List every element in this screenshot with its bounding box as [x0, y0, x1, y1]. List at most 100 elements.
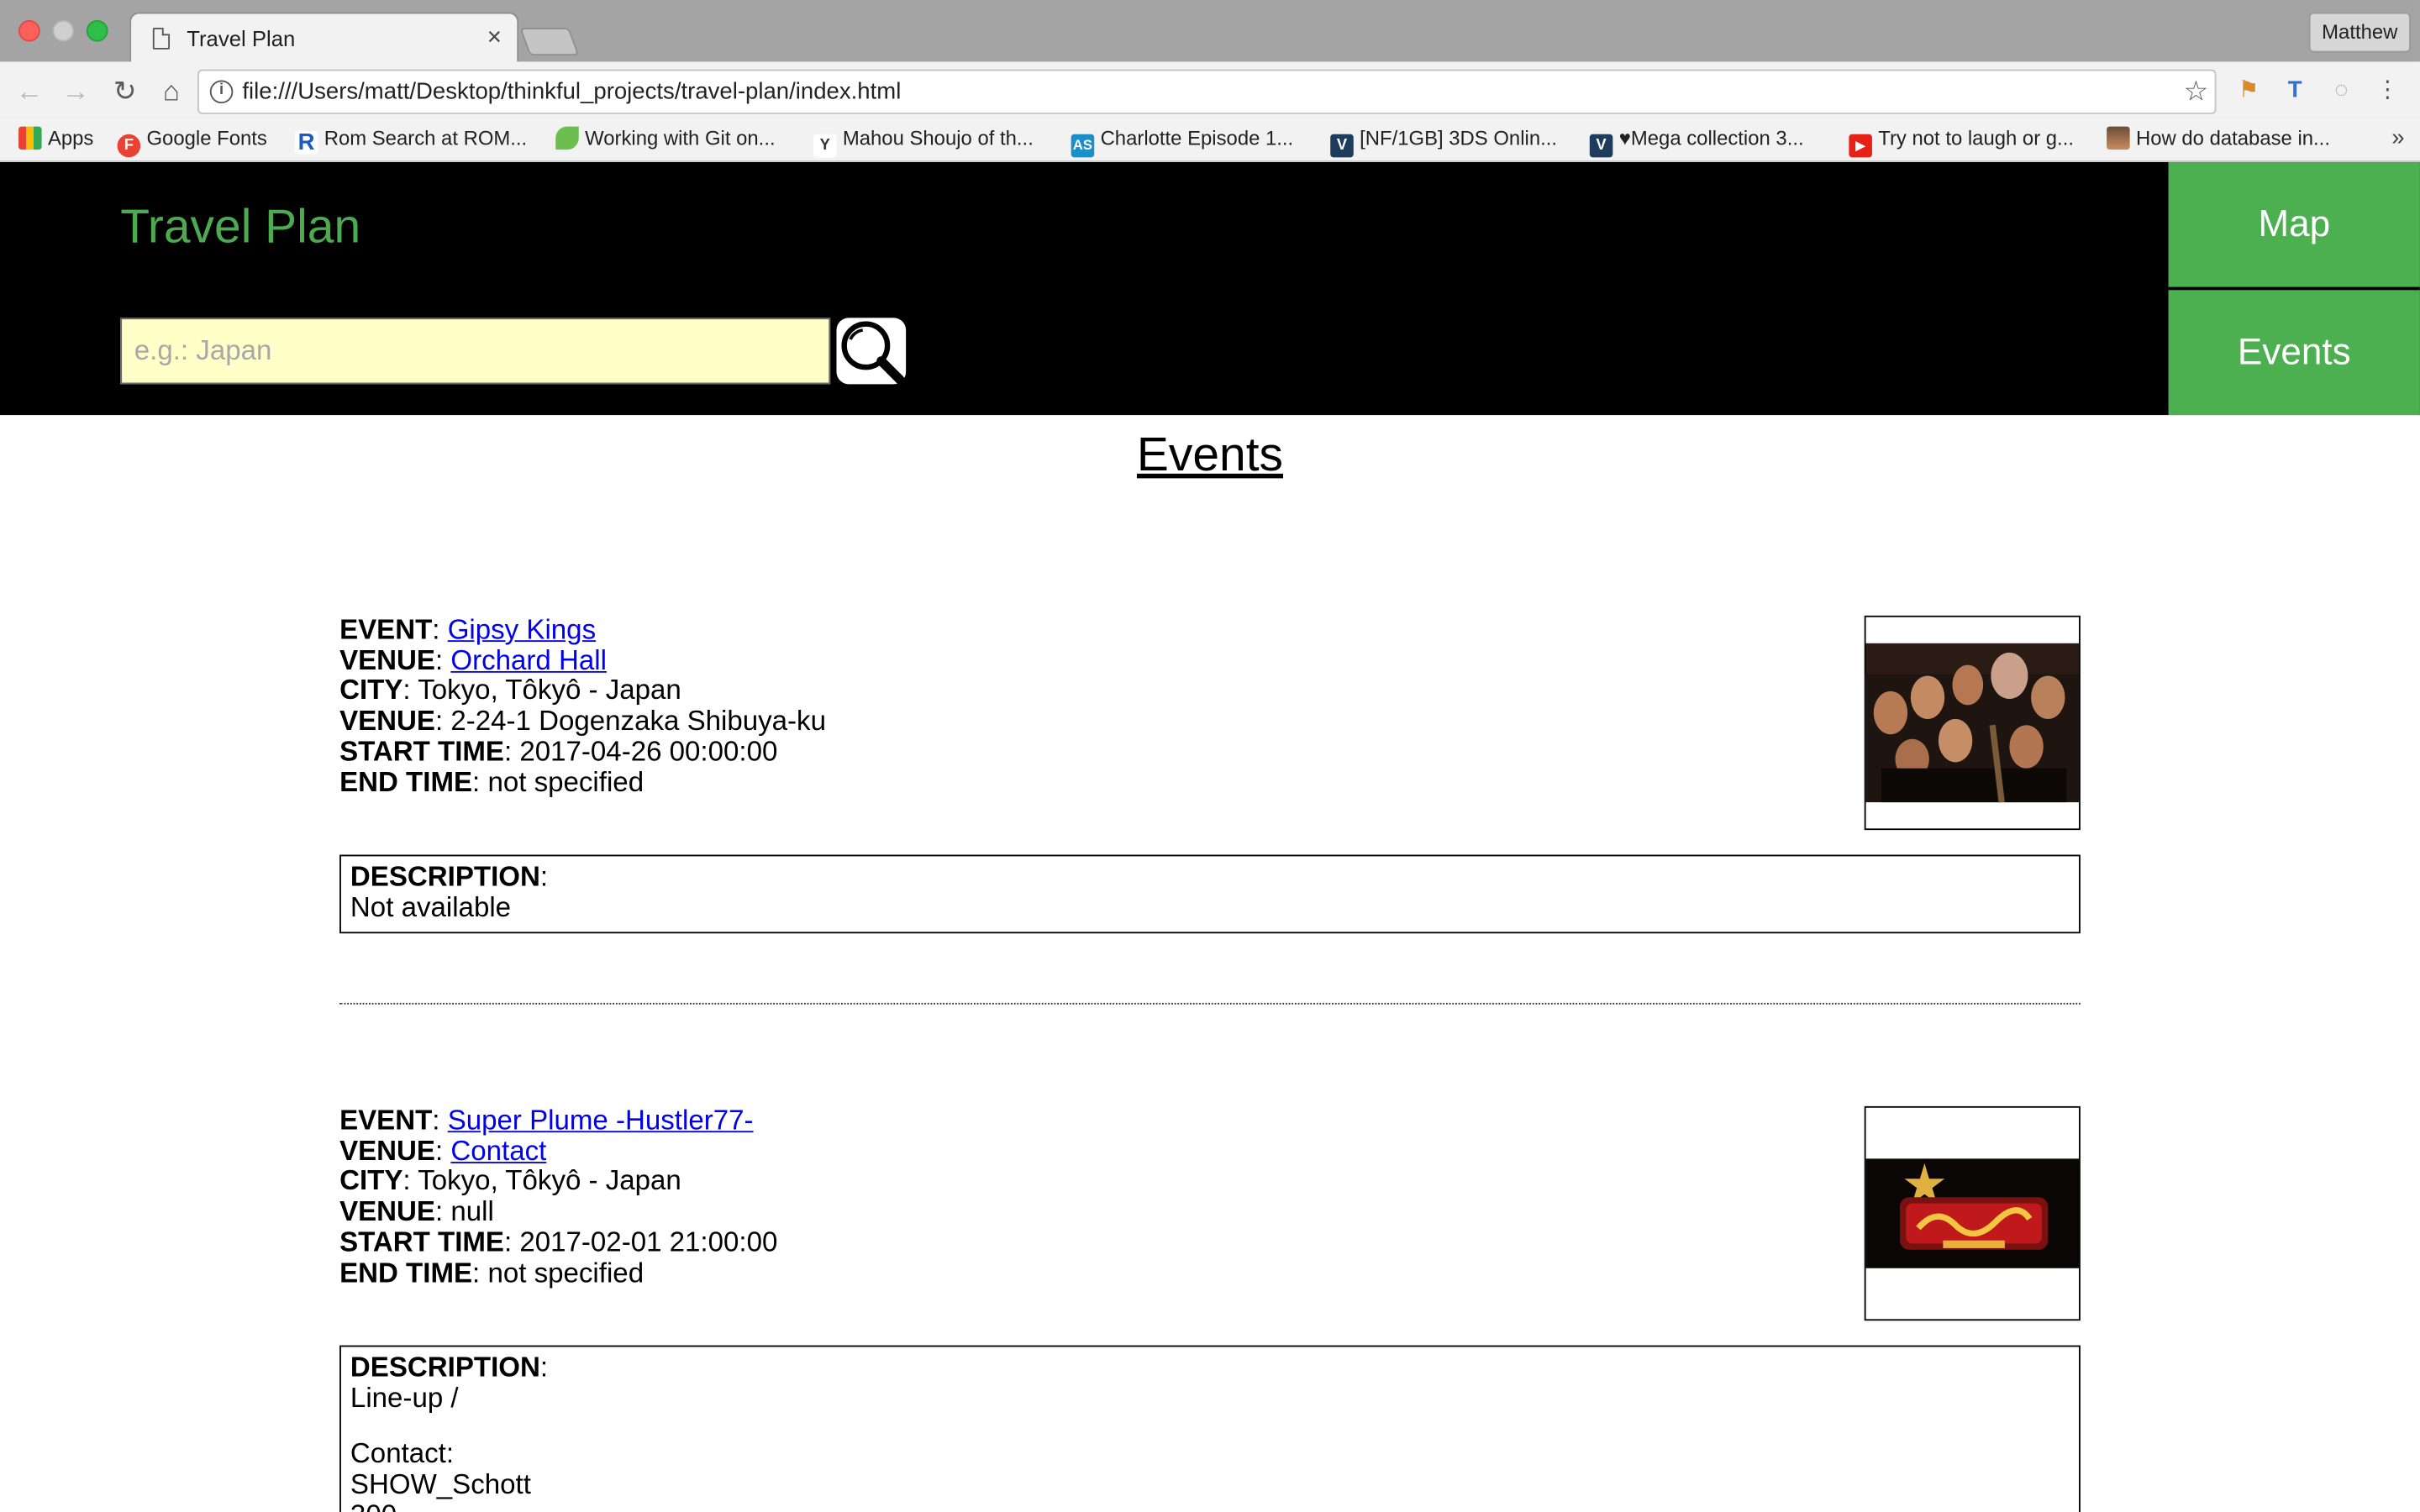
extension-t-icon[interactable]: T — [2281, 77, 2309, 105]
event-label: EVENT — [339, 614, 433, 645]
venue-label: VENUE — [339, 1195, 435, 1227]
start-time-value: 2017-02-01 21:00:00 — [519, 1226, 778, 1257]
nf-logo-icon: V — [1589, 134, 1613, 158]
extension-circle-icon[interactable]: ◌ — [2328, 77, 2355, 105]
window-minimize-button[interactable] — [52, 19, 75, 42]
end-time-label: END TIME — [339, 765, 473, 797]
page-content: Travel Plan Map Events Events EVENT: Gip… — [0, 161, 2420, 1512]
start-time-label: START TIME — [339, 1226, 504, 1257]
description-line: SHOW_Schott — [350, 1468, 531, 1500]
label-separator: : — [472, 765, 488, 797]
venue-address-value: null — [450, 1195, 494, 1227]
bookmarks-overflow-icon[interactable]: » — [2391, 120, 2404, 157]
tab-close-icon[interactable]: × — [487, 14, 502, 64]
venue-name-link[interactable]: Contact — [450, 1135, 546, 1166]
site-header: Travel Plan — [0, 161, 2169, 416]
search-input[interactable] — [120, 318, 831, 385]
home-icon[interactable]: ⌂ — [155, 74, 188, 108]
event-image[interactable] — [1864, 1105, 2081, 1321]
band-photo — [1865, 643, 2080, 803]
event-divider — [339, 1002, 2081, 1005]
image-thumb-icon — [2107, 126, 2130, 150]
events-heading: Events — [1136, 427, 1284, 482]
bookmark-label: Mahou Shoujo of th... — [842, 126, 1034, 150]
event-card: EVENT: Gipsy Kings VENUE: Orchard Hall C… — [339, 614, 2081, 934]
label-separator: : — [434, 705, 451, 737]
nav-events-button[interactable]: Events — [2168, 290, 2420, 416]
bookmark-label: Try not to laugh or g... — [1878, 126, 2074, 150]
label-separator: : — [434, 1135, 451, 1166]
venue-label: VENUE — [339, 705, 435, 737]
bookmark-3ds-online[interactable]: V [NF/1GB] 3DS Onlin... — [1330, 120, 1557, 162]
reload-icon[interactable]: ↻ — [108, 74, 142, 108]
label-separator: : — [434, 644, 451, 675]
description-label: DESCRIPTION — [350, 860, 540, 892]
city-value: Tokyo, Tôkyô - Japan — [418, 675, 681, 706]
city-label: CITY — [339, 675, 403, 706]
leaf-icon — [555, 126, 579, 150]
browser-toolbar: ← → ↻ ⌂ i file:///Users/matt/Desktop/thi… — [0, 61, 2420, 121]
nf-logo-icon: V — [1330, 134, 1354, 158]
bookmark-charlotte[interactable]: AS Charlotte Episode 1... — [1071, 120, 1293, 162]
info-icon[interactable]: i — [209, 80, 234, 104]
bookmark-google-fonts[interactable]: F Google Fonts — [117, 120, 267, 162]
event-description: DESCRIPTION: Not available — [339, 854, 2081, 934]
bookmark-label: How do database in... — [2135, 126, 2330, 150]
menu-kebab-icon[interactable]: ⋮ — [2374, 77, 2402, 105]
label-separator: : — [539, 1351, 549, 1383]
back-arrow-icon[interactable]: ← — [13, 74, 46, 108]
event-name-link[interactable]: Super Plume -Hustler77- — [448, 1105, 754, 1136]
bookmark-mahou-shoujo[interactable]: Y Mahou Shoujo of th... — [813, 120, 1034, 162]
apps-grid-icon — [18, 126, 42, 150]
address-bar[interactable]: i file:///Users/matt/Desktop/thinkful_pr… — [197, 69, 2217, 114]
window-close-button[interactable] — [18, 19, 40, 42]
bookmark-mega-collection[interactable]: V ♥Mega collection 3... — [1589, 120, 1804, 162]
browser-tab-active[interactable]: Travel Plan × — [129, 12, 519, 64]
bookmark-try-not-to-laugh[interactable]: ▶ Try not to laugh or g... — [1849, 120, 2074, 162]
search-button[interactable] — [836, 318, 907, 385]
tab-title: Travel Plan — [187, 26, 296, 51]
bookmark-star-icon[interactable]: ☆ — [2184, 71, 2209, 113]
bookmarks-bar: Apps F Google Fonts R Rom Search at ROM...… — [0, 120, 2420, 162]
google-fonts-icon: F — [117, 134, 141, 158]
bookmark-label: Rom Search at ROM... — [324, 126, 528, 150]
end-time-label: END TIME — [339, 1257, 473, 1288]
description-line: 300 — [350, 1499, 2070, 1511]
forward-arrow-icon[interactable]: → — [59, 74, 92, 108]
bookmark-how-do-database[interactable]: How do database in... — [2107, 120, 2330, 162]
label-separator: : — [503, 1226, 520, 1257]
event-image[interactable] — [1864, 615, 2081, 831]
description-label: DESCRIPTION — [350, 1351, 540, 1383]
extension-flag-icon[interactable]: ⚑ — [2235, 77, 2263, 105]
browser-titlebar: Travel Plan × Matthew — [0, 0, 2420, 64]
label-separator: : — [503, 735, 520, 767]
address-url[interactable]: file:///Users/matt/Desktop/thinkful_proj… — [242, 71, 901, 113]
nav-map-button[interactable]: Map — [2168, 161, 2420, 287]
search-icon — [841, 321, 905, 385]
description-line: Line-up / — [350, 1382, 459, 1413]
bookmark-working-with-git[interactable]: Working with Git on... — [555, 120, 776, 162]
youtube-icon: ▶ — [1849, 134, 1872, 158]
description-blank-line — [350, 1414, 2070, 1440]
bookmark-label: [NF/1GB] 3DS Onlin... — [1360, 126, 1558, 150]
label-separator: : — [434, 1195, 451, 1227]
venue-name-link[interactable]: Orchard Hall — [450, 644, 607, 675]
venue-label: VENUE — [339, 644, 435, 675]
event-name-link[interactable]: Gipsy Kings — [448, 614, 596, 645]
bookmark-label: Working with Git on... — [585, 126, 776, 150]
event-info: EVENT: Super Plume -Hustler77- VENUE: Co… — [339, 1105, 2081, 1289]
event-label: EVENT — [339, 1105, 433, 1136]
label-separator: : — [472, 1257, 488, 1288]
bookmark-label: Apps — [47, 126, 94, 150]
new-tab-button[interactable] — [519, 28, 580, 56]
end-time-value: not specified — [487, 1257, 644, 1288]
event-info: EVENT: Gipsy Kings VENUE: Orchard Hall C… — [339, 614, 2081, 798]
profile-button[interactable]: Matthew — [2308, 12, 2411, 53]
bookmark-apps[interactable]: Apps — [18, 120, 93, 162]
as-logo-icon: AS — [1071, 134, 1095, 158]
description-line: Contact: — [350, 1438, 455, 1470]
label-separator: : — [432, 614, 448, 645]
window-maximize-button[interactable] — [86, 19, 108, 42]
r-logo-icon: R — [294, 131, 318, 155]
bookmark-rom-search[interactable]: R Rom Search at ROM... — [294, 120, 528, 162]
